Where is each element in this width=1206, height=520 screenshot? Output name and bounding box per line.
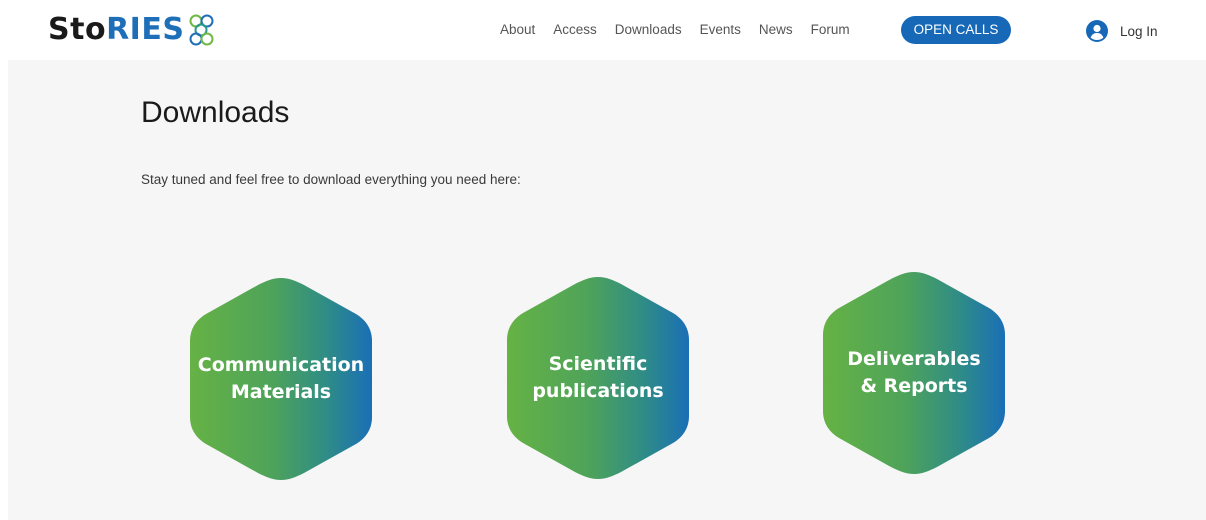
login-button[interactable]: Log In — [1086, 19, 1158, 43]
main-content: Downloads Stay tuned and feel free to do… — [8, 60, 1206, 520]
login-label: Log In — [1120, 23, 1158, 39]
nav-item-access[interactable]: Access — [553, 20, 597, 40]
user-avatar-icon — [1086, 20, 1108, 42]
tile-label: Deliverables & Reports — [847, 348, 981, 397]
page-title: Downloads — [141, 96, 290, 129]
deliverables-reports-tile[interactable]: Deliverables & Reports — [821, 270, 1007, 476]
nav-item-about[interactable]: About — [500, 20, 535, 40]
nav-item-news[interactable]: News — [759, 20, 793, 40]
logo-wordmark: StoRIES — [48, 12, 184, 48]
communication-materials-tile[interactable]: Communication Materials — [188, 276, 374, 482]
molecule-icon — [189, 14, 214, 46]
scientific-publications-tile[interactable]: Scientific publications — [505, 275, 691, 481]
nav-item-events[interactable]: Events — [700, 20, 741, 40]
open-calls-button[interactable]: OPEN CALLS — [901, 16, 1011, 44]
site-header: StoRIES About Access Downloads Events Ne… — [0, 0, 1206, 60]
logo-text-accent: RIES — [106, 12, 185, 47]
intro-text: Stay tuned and feel free to download eve… — [141, 172, 521, 187]
tile-label: Scientific publications — [532, 353, 664, 402]
nav-item-downloads[interactable]: Downloads — [615, 20, 682, 40]
tile-label: Communication Materials — [197, 354, 365, 403]
main-nav: About Access Downloads Events News Forum — [500, 20, 850, 40]
logo-text-dark: Sto — [48, 12, 107, 47]
nav-item-forum[interactable]: Forum — [811, 20, 850, 40]
site-logo[interactable]: StoRIES — [48, 12, 214, 48]
